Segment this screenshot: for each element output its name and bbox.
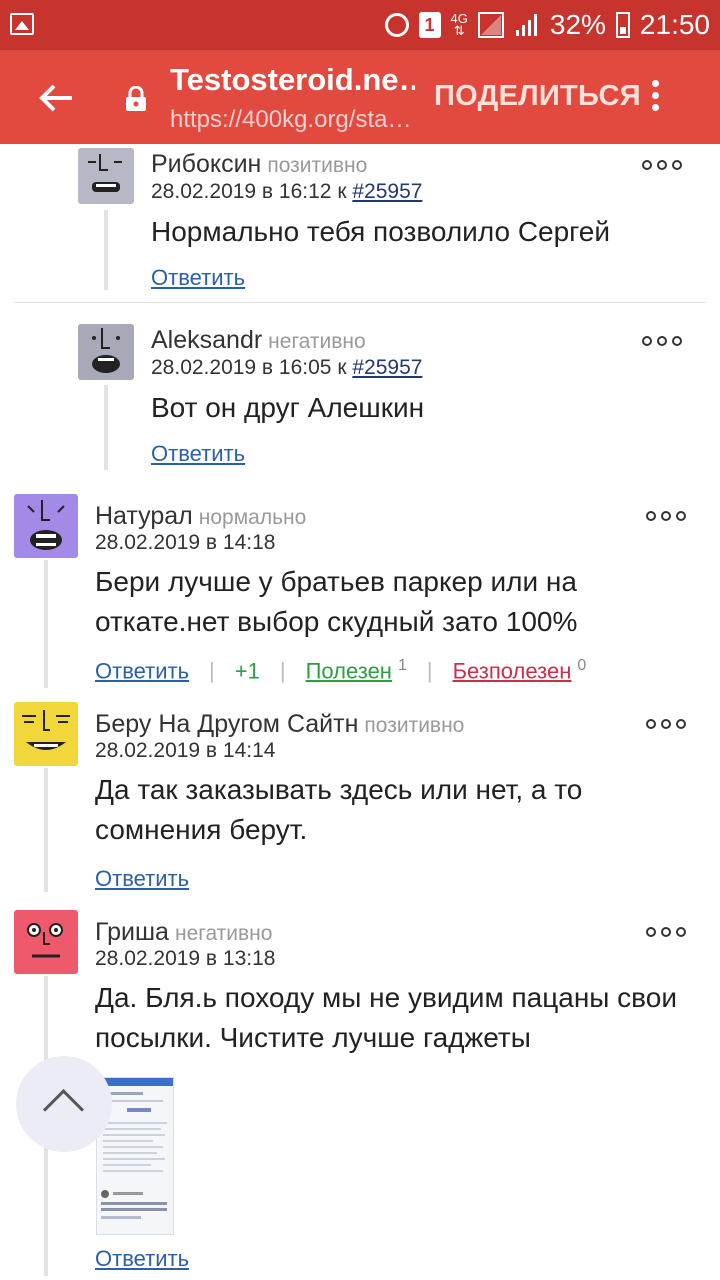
- thread-line: [44, 560, 48, 688]
- comment-text: Да. Бля.ь походу мы не увидим пацаны сво…: [95, 982, 677, 1053]
- comment-menu-icon[interactable]: [646, 927, 686, 941]
- comment-menu-icon[interactable]: [646, 719, 686, 733]
- comment-text: Бери лучше у братьев паркер или на откат…: [95, 566, 578, 637]
- comment-author: Гриша негативно: [95, 918, 273, 946]
- signal-icon: [477, 12, 504, 38]
- reply-link[interactable]: Ответить: [95, 866, 189, 892]
- thread-line: [104, 210, 108, 290]
- avatar: [14, 494, 78, 558]
- page-title[interactable]: Testosteroid.ne…: [170, 62, 415, 98]
- comment-text: Вот он друг Алешкин: [151, 392, 425, 423]
- comment-actions: Ответить | +1 | Полезен 1 | Безполезен 0: [95, 657, 587, 684]
- battery-icon: [615, 12, 630, 38]
- comment-author: Aleksandr негативно: [151, 326, 366, 354]
- comment-ref-link[interactable]: #25957: [352, 180, 422, 203]
- vote-count: +1: [234, 658, 260, 684]
- sim-indicator: 1: [418, 12, 441, 38]
- useful-count: 1: [397, 657, 407, 674]
- comment-menu-icon[interactable]: [642, 336, 682, 350]
- comment-rating: нормально: [198, 506, 307, 529]
- back-arrow-icon[interactable]: [36, 78, 76, 118]
- scroll-to-top-button[interactable]: [16, 1056, 112, 1152]
- comment-meta: 28.02.2019 в 13:18: [95, 947, 276, 970]
- comment-text: Нормально тебя позволило Сергей: [151, 216, 610, 247]
- comment-rating: позитивно: [364, 714, 465, 737]
- comment-rating: негативно: [174, 922, 273, 945]
- comment-author: Натурал нормально: [95, 502, 307, 530]
- divider: [14, 302, 706, 303]
- reply-link[interactable]: Ответить: [151, 265, 245, 291]
- avatar: [14, 910, 78, 974]
- useless-count: 0: [577, 657, 587, 674]
- alarm-icon: [384, 13, 409, 37]
- reply-link[interactable]: Ответить: [95, 658, 189, 683]
- share-button[interactable]: ПОДЕЛИТЬСЯ: [434, 80, 641, 113]
- lock-icon: [126, 86, 146, 111]
- browser-toolbar: Testosteroid.ne… https://400kg.org/sta… …: [0, 50, 720, 144]
- reply-link[interactable]: Ответить: [151, 441, 245, 467]
- page-url[interactable]: https://400kg.org/sta…: [170, 106, 415, 134]
- avatar: [78, 324, 134, 380]
- comment-meta: 28.02.2019 в 16:12 к #25957: [151, 180, 423, 203]
- comment-menu-icon[interactable]: [646, 511, 686, 525]
- comment-meta: 28.02.2019 в 14:18: [95, 531, 276, 554]
- avatar: [14, 702, 78, 766]
- comment-rating: позитивно: [267, 154, 368, 177]
- useful-link[interactable]: Полезен: [306, 658, 392, 683]
- avatar: [78, 148, 134, 204]
- comment-ref-link[interactable]: #25957: [352, 356, 422, 379]
- comment-meta: 28.02.2019 в 16:05 к #25957: [151, 356, 423, 379]
- comment-author: Беру На Другом Сайтн позитивно: [95, 710, 465, 738]
- status-bar: 1 4G ⇅ 32% 21:50: [0, 0, 720, 50]
- comment-menu-icon[interactable]: [642, 160, 682, 174]
- overflow-menu-icon[interactable]: [645, 80, 665, 116]
- thread-line: [44, 768, 48, 892]
- battery-percent: 32%: [549, 9, 606, 40]
- comment-text: Да так заказывать здесь или нет, а то со…: [95, 774, 583, 845]
- signal-strength-icon: [514, 12, 540, 38]
- gallery-notification-icon: [10, 13, 34, 35]
- useless-link[interactable]: Безполезен: [453, 658, 572, 683]
- comment-meta: 28.02.2019 в 14:14: [95, 739, 276, 762]
- network-type: 4G ⇅: [450, 11, 468, 38]
- comment-author: Рибоксин позитивно: [151, 150, 368, 178]
- comment-rating: негативно: [268, 330, 366, 353]
- reply-link[interactable]: Ответить: [95, 1246, 189, 1272]
- clock: 21:50: [639, 9, 710, 40]
- thread-line: [104, 385, 108, 470]
